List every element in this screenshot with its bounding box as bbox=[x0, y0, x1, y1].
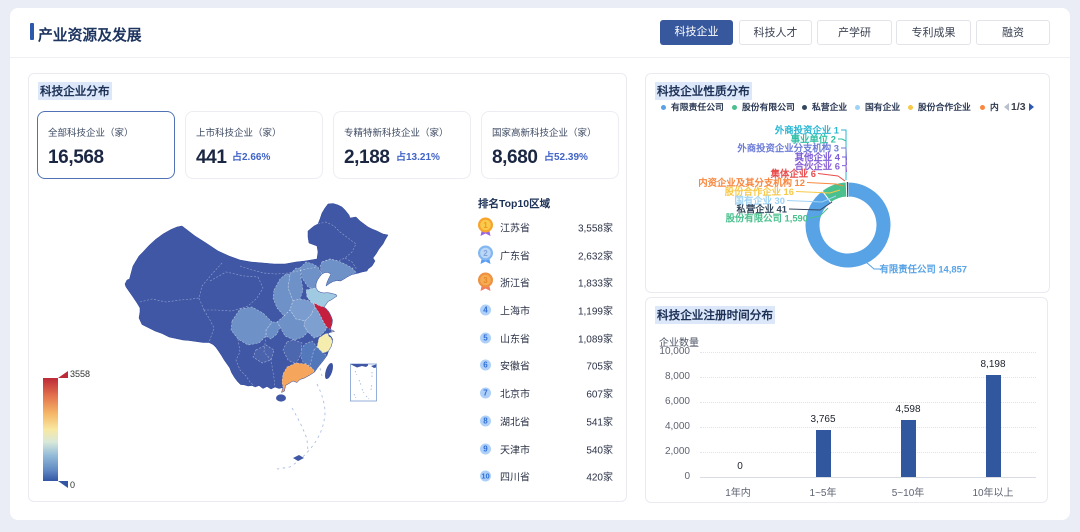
svg-text:有限责任公司 14,857: 有限责任公司 14,857 bbox=[879, 264, 967, 275]
svg-text:1: 1 bbox=[483, 221, 488, 230]
svg-text:3558: 3558 bbox=[70, 369, 90, 379]
svg-text:2: 2 bbox=[483, 249, 488, 258]
svg-text:3: 3 bbox=[483, 276, 488, 285]
svg-text:股份有限公司 1,590: 股份有限公司 1,590 bbox=[726, 213, 808, 224]
svg-text:0: 0 bbox=[70, 480, 75, 490]
